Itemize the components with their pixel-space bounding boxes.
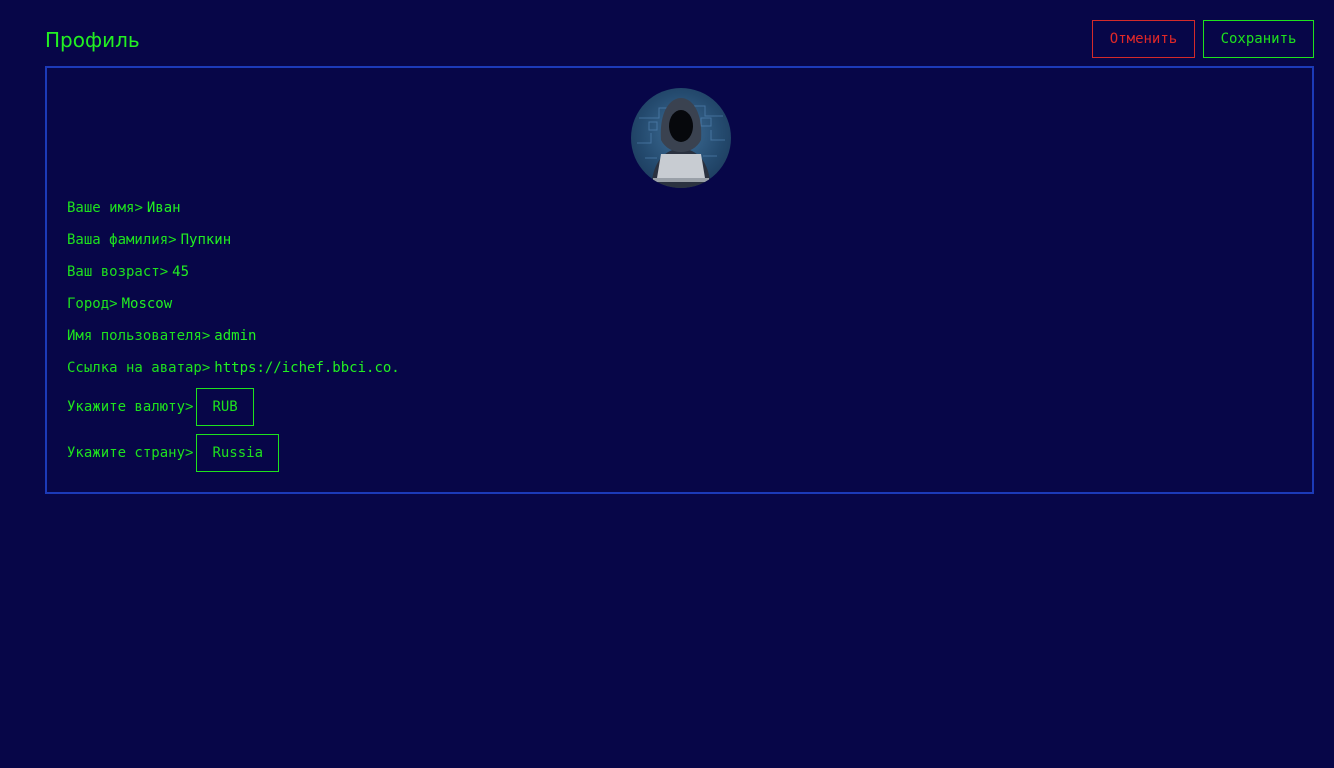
prompt-symbol: > (185, 445, 194, 461)
country-select[interactable]: Russia (196, 434, 280, 472)
prompt-symbol: > (134, 200, 143, 216)
country-label: Укажите страну (67, 445, 186, 461)
city-label: Город (67, 296, 110, 312)
prompt-symbol: > (201, 328, 211, 344)
prompt-symbol: > (109, 296, 118, 312)
first-name-row: Ваше имя > Иван (67, 199, 181, 217)
city-row: Город > Moscow (67, 295, 172, 313)
last-name-label: Ваша фамилия (67, 232, 169, 248)
prompt-symbol: > (159, 264, 169, 280)
age-row: Ваш возраст >45 (67, 263, 189, 281)
last-name-row: Ваша фамилия > Пупкин (67, 231, 231, 249)
username-row: Имя пользователя > admin (67, 327, 256, 345)
page-title: Профиль (45, 28, 140, 52)
avatar (631, 88, 731, 188)
age-value[interactable]: 45 (172, 263, 189, 281)
avatar-link-value[interactable]: https://ichef.bbci.co. (214, 359, 399, 377)
cancel-button[interactable]: Отменить (1092, 20, 1195, 58)
age-label: Ваш возраст (67, 264, 160, 280)
prompt-symbol: > (185, 399, 194, 415)
prompt-symbol: > (201, 360, 211, 376)
prompt-symbol: > (168, 232, 177, 248)
currency-row: Укажите валюту > RUB (67, 388, 254, 426)
hooded-hacker-avatar-icon (637, 98, 725, 188)
currency-select[interactable]: RUB (196, 388, 254, 426)
username-label: Имя пользователя (67, 328, 202, 344)
country-row: Укажите страну > Russia (67, 434, 280, 472)
first-name-value[interactable]: Иван (147, 199, 181, 217)
currency-label: Укажите валюту (67, 399, 186, 415)
profile-card: Ваше имя > Иван Ваша фамилия > Пупкин Ваш во… (45, 66, 1314, 494)
last-name-value[interactable]: Пупкин (181, 231, 232, 249)
avatar-link-label: Ссылка на аватар (67, 360, 202, 376)
username-value[interactable]: admin (214, 327, 256, 345)
avatar-link-row: Ссылка на аватар > https://ichef.bbci.co. (67, 359, 400, 377)
save-button[interactable]: Сохранить (1203, 20, 1314, 58)
city-value[interactable]: Moscow (122, 295, 173, 313)
first-name-label: Ваше имя (67, 200, 135, 216)
